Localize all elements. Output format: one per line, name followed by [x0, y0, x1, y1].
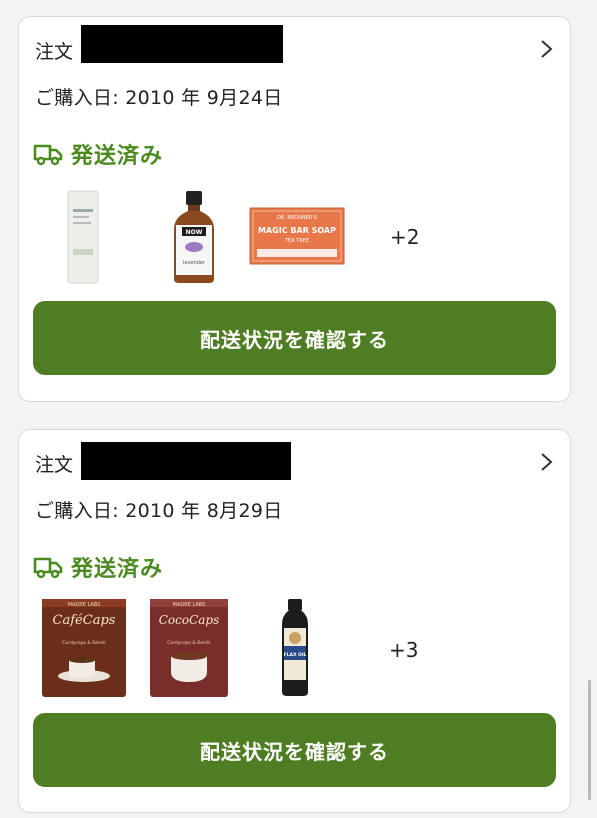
order-card[interactable]: 注文 ご購入日: 2010 年 8月29日 発送済み MADRE LABS Ca…: [18, 429, 571, 813]
truck-icon: [33, 557, 63, 579]
product-sublabel-tea-tree: TEA TREE: [284, 238, 309, 244]
product-thumbnails: MADRE LABS CaféCaps Cordyceps & Reishi M…: [19, 599, 570, 702]
product-image-lavender-oil[interactable]: NOW lavender: [169, 189, 219, 285]
product-image-conditioner[interactable]: [65, 189, 101, 285]
order-id-redacted: [81, 442, 291, 480]
product-label-cococaps: CocoCaps: [159, 613, 220, 627]
order-date: ご購入日: 2010 年 8月29日: [35, 500, 283, 522]
order-id-redacted: [81, 25, 283, 63]
product-image-cococaps[interactable]: MADRE LABS CocoCaps Cordyceps & Reishi: [149, 598, 229, 698]
brand-text-now: NOW: [186, 229, 203, 236]
product-image-flax-oil[interactable]: FLAX OIL: [279, 598, 311, 698]
shipping-status: 発送済み: [33, 138, 163, 170]
product-image-cafecaps[interactable]: MADRE LABS CaféCaps Cordyceps & Reishi: [41, 598, 127, 698]
brand-text-madre-labs: MADRE LABS: [68, 602, 101, 608]
more-items-count: +3: [389, 638, 419, 662]
scrollbar[interactable]: [588, 680, 591, 800]
product-label-lavender: lavender: [183, 260, 206, 266]
product-sublabel-cafecaps: Cordyceps & Reishi: [62, 640, 105, 646]
truck-icon: [33, 144, 63, 166]
order-label: 注文: [35, 454, 74, 476]
shipping-status: 発送済み: [33, 551, 163, 583]
chevron-right-icon[interactable]: [536, 39, 556, 59]
order-date: ご購入日: 2010 年 9月24日: [35, 87, 283, 109]
brand-text-bronners: DR. BRONNER'S: [277, 215, 317, 221]
shipping-status-text: 発送済み: [71, 557, 164, 582]
brand-text-madre-labs-2: MADRE LABS: [173, 602, 206, 608]
track-shipment-button[interactable]: 配送状況を確認する: [33, 713, 556, 787]
shipping-status-text: 発送済み: [71, 144, 164, 169]
chevron-right-icon[interactable]: [536, 452, 556, 472]
order-card[interactable]: 注文 ご購入日: 2010 年 9月24日 発送済み NOW lavender …: [18, 16, 571, 402]
product-label-soap: MAGIC BAR SOAP: [258, 226, 336, 235]
track-shipment-button[interactable]: 配送状況を確認する: [33, 301, 556, 375]
product-label-cafecaps: CaféCaps: [53, 613, 116, 628]
more-items-count: +2: [390, 225, 420, 249]
order-label: 注文: [35, 41, 74, 63]
product-label-flax-oil: FLAX OIL: [284, 652, 307, 658]
product-image-tea-tree-soap[interactable]: DR. BRONNER'S MAGIC BAR SOAP TEA TREE: [249, 207, 345, 265]
product-sublabel-cococaps: Cordyceps & Reishi: [167, 640, 210, 646]
product-thumbnails: NOW lavender DR. BRONNER'S MAGIC BAR SOA…: [19, 189, 570, 289]
